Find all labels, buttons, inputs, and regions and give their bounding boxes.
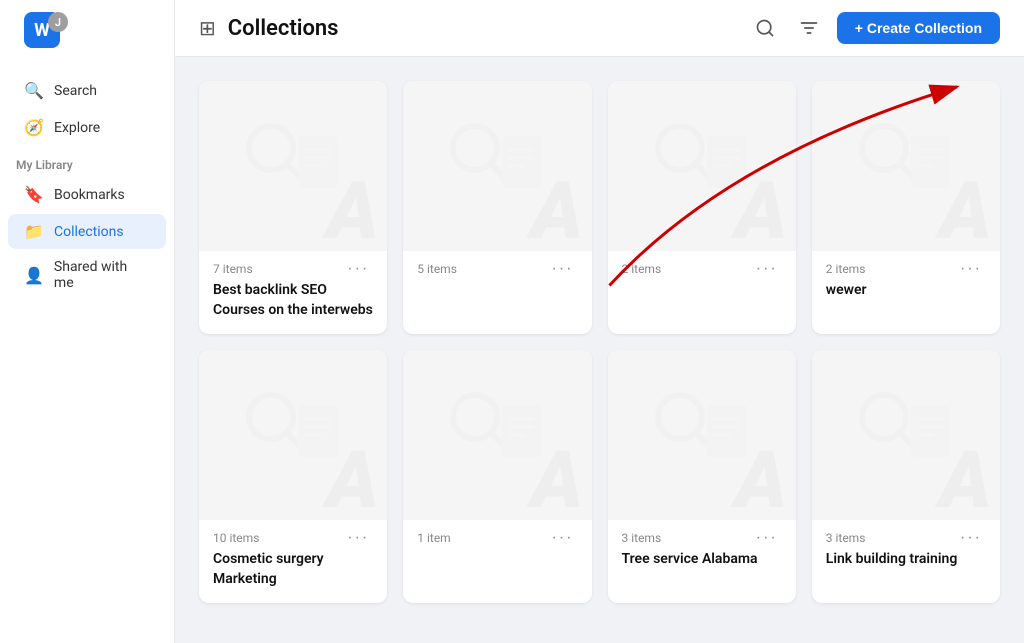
card-title: Link building training bbox=[826, 550, 986, 570]
card-count: 7 items bbox=[213, 262, 253, 276]
app-logo[interactable]: W J bbox=[24, 12, 60, 48]
sidebar-top: W J bbox=[0, 12, 174, 64]
sidebar-item-search[interactable]: 🔍 Search bbox=[8, 73, 166, 108]
sidebar-item-explore[interactable]: 🧭 Explore bbox=[8, 110, 166, 145]
page-title: Collections bbox=[228, 16, 737, 41]
card-meta: 7 items ··· bbox=[213, 261, 373, 277]
card-thumbnail: A bbox=[812, 81, 1000, 251]
sidebar-shared-label: Shared with me bbox=[54, 259, 150, 291]
search-icon: 🔍 bbox=[24, 81, 44, 100]
collection-card[interactable]: A 5 items ··· bbox=[403, 81, 591, 334]
card-thumbnail: A bbox=[403, 81, 591, 251]
sidebar-search-label: Search bbox=[54, 83, 97, 99]
collection-card[interactable]: A 2 items ··· bbox=[608, 81, 796, 334]
card-more-button[interactable]: ··· bbox=[752, 261, 782, 277]
thumbnail-placeholder: A bbox=[437, 106, 557, 226]
card-info: 10 items ··· Cosmetic surgery Marketing bbox=[199, 520, 387, 603]
sidebar-item-collections[interactable]: 📁 Collections bbox=[8, 214, 166, 249]
card-count: 3 items bbox=[826, 531, 866, 545]
thumbnail-placeholder: A bbox=[233, 106, 353, 226]
panel-icon: ⊞ bbox=[199, 16, 216, 40]
main-content: ⊞ Collections + Create Collection bbox=[175, 0, 1024, 643]
card-meta: 2 items ··· bbox=[826, 261, 986, 277]
card-count: 1 item bbox=[417, 531, 450, 545]
card-more-button[interactable]: ··· bbox=[343, 261, 373, 277]
card-info: 2 items ··· wewer bbox=[812, 251, 1000, 315]
card-title: Best backlink SEO Courses on the interwe… bbox=[213, 281, 373, 320]
sidebar: W J 🔍 Search 🧭 Explore My Library 🔖 Book… bbox=[0, 0, 175, 643]
thumbnail-placeholder: A bbox=[846, 375, 966, 495]
thumbnail-placeholder: A bbox=[437, 375, 557, 495]
shared-icon: 👤 bbox=[24, 266, 44, 285]
sidebar-collections-label: Collections bbox=[54, 224, 124, 240]
sidebar-explore-label: Explore bbox=[54, 120, 100, 136]
card-count: 5 items bbox=[417, 262, 457, 276]
collection-card[interactable]: A 10 items ··· Cosmetic surgery Marketin… bbox=[199, 350, 387, 603]
collections-grid: A 7 items ··· Best backlink SEO Courses … bbox=[199, 81, 1000, 603]
card-more-button[interactable]: ··· bbox=[548, 261, 578, 277]
collection-card[interactable]: A 1 item ··· bbox=[403, 350, 591, 603]
card-meta: 3 items ··· bbox=[826, 530, 986, 546]
card-count: 2 items bbox=[622, 262, 662, 276]
card-meta: 3 items ··· bbox=[622, 530, 782, 546]
card-more-button[interactable]: ··· bbox=[956, 530, 986, 546]
card-info: 3 items ··· Link building training bbox=[812, 520, 1000, 584]
collection-card[interactable]: A 3 items ··· Link building training bbox=[812, 350, 1000, 603]
sort-button[interactable] bbox=[793, 12, 825, 44]
card-thumbnail: A bbox=[199, 350, 387, 520]
collections-grid-container: A 7 items ··· Best backlink SEO Courses … bbox=[175, 57, 1024, 643]
card-meta: 1 item ··· bbox=[417, 530, 577, 546]
collection-card[interactable]: A 2 items ··· wewer bbox=[812, 81, 1000, 334]
card-more-button[interactable]: ··· bbox=[548, 530, 578, 546]
thumbnail-placeholder: A bbox=[642, 375, 762, 495]
card-thumbnail: A bbox=[199, 81, 387, 251]
create-collection-button[interactable]: + Create Collection bbox=[837, 12, 1000, 44]
card-more-button[interactable]: ··· bbox=[752, 530, 782, 546]
collection-card[interactable]: A 7 items ··· Best backlink SEO Courses … bbox=[199, 81, 387, 334]
card-info: 7 items ··· Best backlink SEO Courses on… bbox=[199, 251, 387, 334]
page-header: ⊞ Collections + Create Collection bbox=[175, 0, 1024, 57]
card-thumbnail: A bbox=[403, 350, 591, 520]
collection-card[interactable]: A 3 items ··· Tree service Alabama bbox=[608, 350, 796, 603]
card-thumbnail: A bbox=[608, 350, 796, 520]
thumbnail-placeholder: A bbox=[642, 106, 762, 226]
card-title: Tree service Alabama bbox=[622, 550, 782, 570]
card-info: 1 item ··· bbox=[403, 520, 591, 564]
card-meta: 5 items ··· bbox=[417, 261, 577, 277]
user-avatar[interactable]: J bbox=[48, 12, 68, 32]
card-meta: 2 items ··· bbox=[622, 261, 782, 277]
card-meta: 10 items ··· bbox=[213, 530, 373, 546]
search-button[interactable] bbox=[749, 12, 781, 44]
card-count: 10 items bbox=[213, 531, 259, 545]
card-info: 5 items ··· bbox=[403, 251, 591, 295]
thumbnail-placeholder: A bbox=[846, 106, 966, 226]
explore-icon: 🧭 bbox=[24, 118, 44, 137]
collections-icon: 📁 bbox=[24, 222, 44, 241]
my-library-section-title: My Library bbox=[0, 146, 174, 176]
card-more-button[interactable]: ··· bbox=[343, 530, 373, 546]
card-count: 3 items bbox=[622, 531, 662, 545]
card-title: wewer bbox=[826, 281, 986, 301]
bookmarks-icon: 🔖 bbox=[24, 185, 44, 204]
card-count: 2 items bbox=[826, 262, 866, 276]
card-thumbnail: A bbox=[812, 350, 1000, 520]
header-actions: + Create Collection bbox=[749, 12, 1000, 44]
card-title: Cosmetic surgery Marketing bbox=[213, 550, 373, 589]
sidebar-bookmarks-label: Bookmarks bbox=[54, 187, 125, 203]
thumbnail-placeholder: A bbox=[233, 375, 353, 495]
card-more-button[interactable]: ··· bbox=[956, 261, 986, 277]
sidebar-item-shared[interactable]: 👤 Shared with me bbox=[8, 251, 166, 299]
sidebar-item-bookmarks[interactable]: 🔖 Bookmarks bbox=[8, 177, 166, 212]
card-info: 2 items ··· bbox=[608, 251, 796, 295]
card-thumbnail: A bbox=[608, 81, 796, 251]
card-info: 3 items ··· Tree service Alabama bbox=[608, 520, 796, 584]
